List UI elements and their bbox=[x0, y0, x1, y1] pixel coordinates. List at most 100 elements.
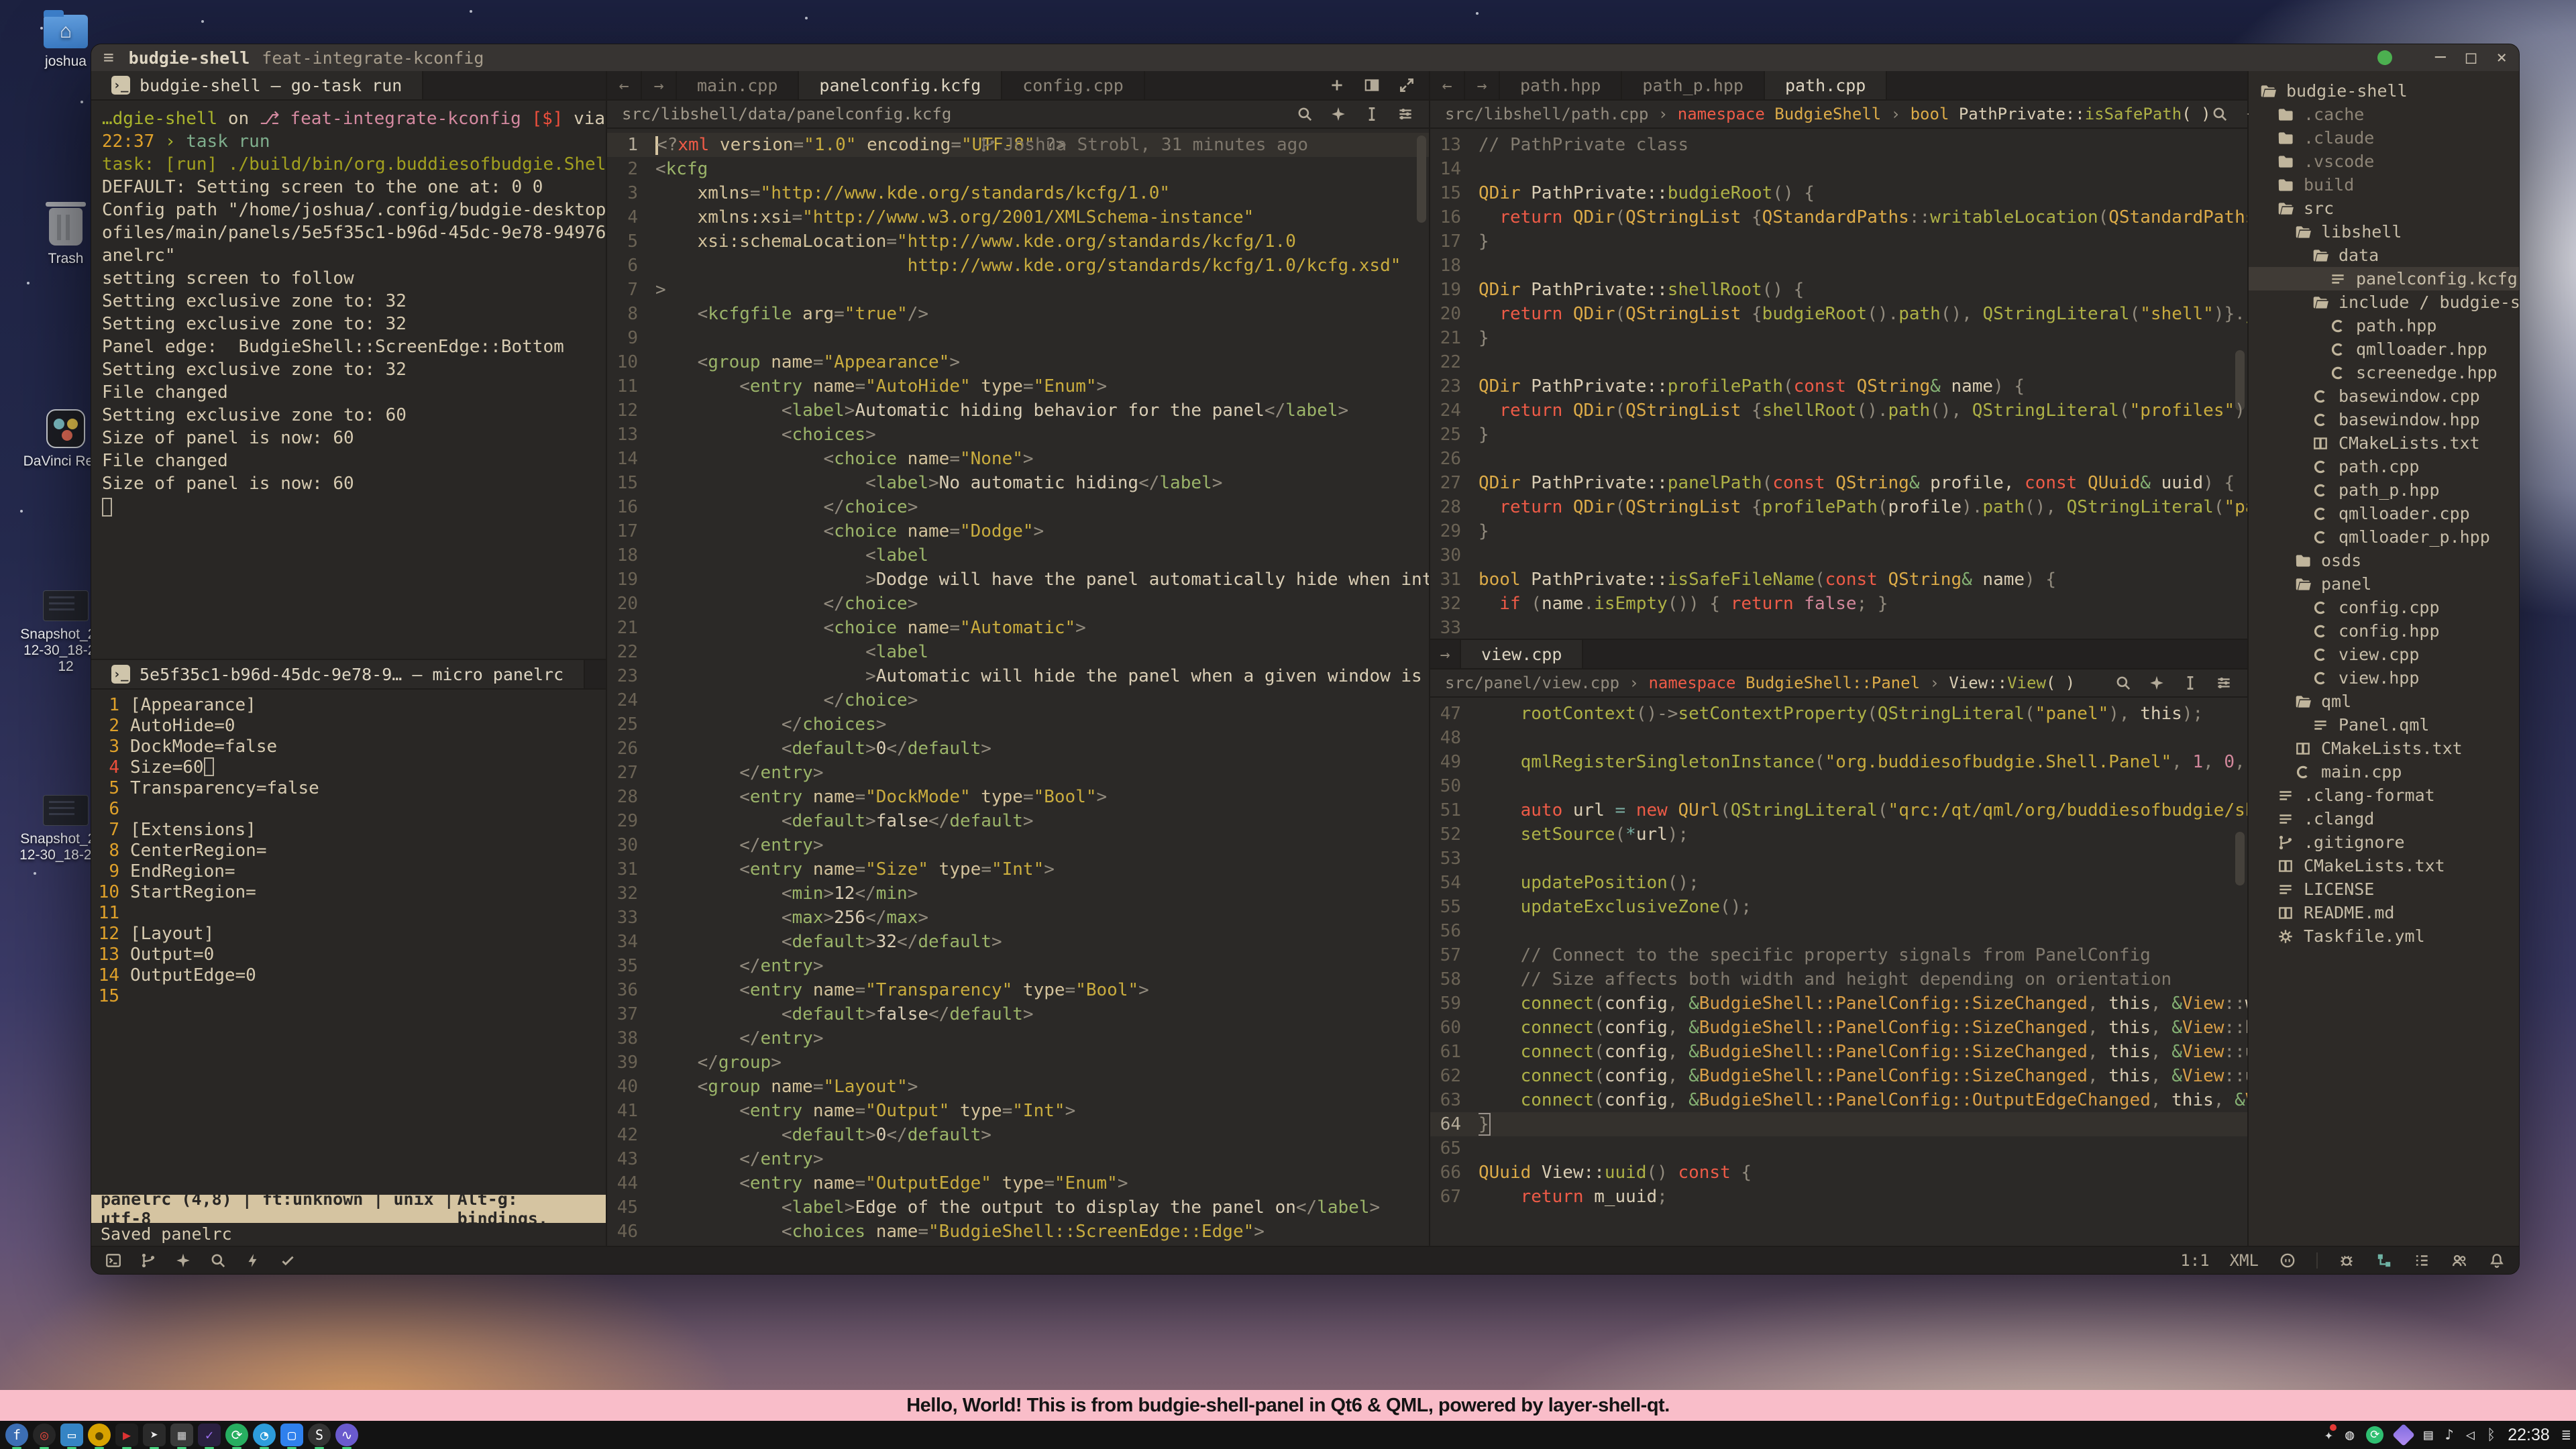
minimize-button[interactable]: ─ bbox=[2435, 48, 2446, 68]
tree-item-panelconfig-kcfg[interactable]: panelconfig.kcfg bbox=[2249, 267, 2519, 290]
taskbar-app-11[interactable]: ▢ bbox=[280, 1424, 303, 1446]
code-line[interactable]: 12 <label>Automatic hiding behavior for … bbox=[607, 398, 1429, 423]
code-line[interactable]: 52 setSource(*url); bbox=[1430, 822, 2247, 847]
tree-item-license[interactable]: LICENSE bbox=[2249, 877, 2519, 901]
search-icon[interactable] bbox=[209, 1252, 227, 1269]
search-icon[interactable] bbox=[1296, 105, 1313, 123]
tree-item-basewindow-hpp[interactable]: basewindow.hpp bbox=[2249, 408, 2519, 431]
tree-item-path-hpp[interactable]: path.hpp bbox=[2249, 314, 2519, 337]
code-line[interactable]: 23 >Automatic will hide the panel when a… bbox=[607, 664, 1429, 688]
tray-icon[interactable]: ♪ bbox=[2445, 1427, 2453, 1444]
code-line[interactable]: 30 bbox=[1430, 543, 2247, 568]
code-line[interactable]: 37 <default>false</default> bbox=[607, 1002, 1429, 1026]
code-line[interactable]: 58 // Size affects both width and height… bbox=[1430, 967, 2247, 991]
code-line[interactable]: 19QDir PathPrivate::shellRoot() { bbox=[1430, 278, 2247, 302]
code-line[interactable]: 35 </entry> bbox=[607, 954, 1429, 978]
micro-line[interactable]: 3DockMode=false bbox=[91, 737, 606, 757]
tray-icon[interactable]: ◁ bbox=[2466, 1427, 2475, 1444]
tab-config-cpp[interactable]: config.cpp bbox=[1002, 71, 1145, 99]
tree-item-data[interactable]: data bbox=[2249, 244, 2519, 267]
micro-line[interactable]: 12[Layout] bbox=[91, 924, 606, 945]
code-line[interactable]: 60 connect(config, &BudgieShell::PanelCo… bbox=[1430, 1016, 2247, 1040]
code-line[interactable]: 17 <choice name="Dodge"> bbox=[607, 519, 1429, 543]
code-line[interactable]: 31 <entry name="Size" type="Int"> bbox=[607, 857, 1429, 881]
tree-item-main-cpp[interactable]: main.cpp bbox=[2249, 760, 2519, 784]
code-line[interactable]: 5 xsi:schemaLocation="http://www.kde.org… bbox=[607, 229, 1429, 254]
code-line[interactable]: 66QUuid View::uuid() const { bbox=[1430, 1161, 2247, 1185]
tray-icon[interactable]: ᛒ bbox=[2487, 1427, 2496, 1444]
nav-back-button[interactable]: ← bbox=[607, 71, 642, 99]
code-line[interactable]: 16 </choice> bbox=[607, 495, 1429, 519]
nav-forward-button[interactable]: → bbox=[642, 71, 677, 99]
nav-forward-button[interactable]: → bbox=[1465, 71, 1500, 99]
code-line[interactable]: 6 http://www.kde.org/standards/kcfg/1.0/… bbox=[607, 254, 1429, 278]
code-line[interactable]: 4 xmlns:xsi="http://www.w3.org/2001/XMLS… bbox=[607, 205, 1429, 229]
breadcrumb[interactable]: src/libshell/path.cpp › namespace Budgie… bbox=[1445, 105, 2211, 123]
code-line[interactable]: 20 return QDir(QStringList {budgieRoot()… bbox=[1430, 302, 2247, 326]
code-line[interactable]: 7> bbox=[607, 278, 1429, 302]
code-line[interactable]: 24 </choice> bbox=[607, 688, 1429, 712]
bug-icon[interactable] bbox=[2338, 1252, 2355, 1269]
code-line[interactable]: 32 if (name.isEmpty()) { return false; } bbox=[1430, 592, 2247, 616]
code-line[interactable]: 27 </entry> bbox=[607, 761, 1429, 785]
micro-line[interactable]: 7[Extensions] bbox=[91, 820, 606, 841]
code-line[interactable]: 15 <label>No automatic hiding</label> bbox=[607, 471, 1429, 495]
bell-icon[interactable] bbox=[2488, 1252, 2506, 1269]
taskbar-app-7[interactable]: ▦ bbox=[170, 1424, 193, 1446]
split-pane-icon[interactable] bbox=[1363, 76, 1381, 94]
code-line[interactable]: 18 bbox=[1430, 254, 2247, 278]
code-line[interactable]: 27QDir PathPrivate::panelPath(const QStr… bbox=[1430, 471, 2247, 495]
code-line[interactable]: 48 bbox=[1430, 726, 2247, 750]
editor-settings-icon[interactable] bbox=[1397, 105, 1414, 123]
tree-item-path-p-hpp[interactable]: path_p.hpp bbox=[2249, 478, 2519, 502]
flow-icon[interactable] bbox=[2375, 1252, 2393, 1269]
code-line[interactable]: 53 bbox=[1430, 847, 2247, 871]
search-icon[interactable] bbox=[2211, 105, 2229, 123]
tree-item--clang-format[interactable]: .clang-format bbox=[2249, 784, 2519, 807]
clock[interactable]: 22:38 bbox=[2508, 1426, 2550, 1445]
code-line[interactable]: 25} bbox=[1430, 423, 2247, 447]
spark-icon[interactable] bbox=[174, 1252, 192, 1269]
tree-item-panel-qml[interactable]: Panel.qml bbox=[2249, 713, 2519, 737]
micro-line[interactable]: 11 bbox=[91, 903, 606, 924]
micro-line[interactable]: 2AutoHide=0 bbox=[91, 716, 606, 737]
code-line[interactable]: 14 bbox=[1430, 157, 2247, 181]
code-line[interactable]: 31bool PathPrivate::isSafeFileName(const… bbox=[1430, 568, 2247, 592]
code-line[interactable]: 61 connect(config, &BudgieShell::PanelCo… bbox=[1430, 1040, 2247, 1064]
code-line[interactable]: 22 bbox=[1430, 350, 2247, 374]
tray-icon[interactable] bbox=[2392, 1424, 2415, 1446]
micro-line[interactable]: 9EndRegion= bbox=[91, 861, 606, 882]
code-line[interactable]: 49 qmlRegisterSingletonInstance("org.bud… bbox=[1430, 750, 2247, 774]
micro-editor-pane[interactable]: 1[Appearance]2AutoHide=03DockMode=false4… bbox=[91, 690, 606, 1195]
taskbar-app-13[interactable]: ∿ bbox=[335, 1424, 358, 1446]
code-line[interactable]: 28 return QDir(QStringList {profilePath(… bbox=[1430, 495, 2247, 519]
tree-item-include-budgie-shell[interactable]: include / budgie-shell bbox=[2249, 290, 2519, 314]
tree-item-readme-md[interactable]: README.md bbox=[2249, 901, 2519, 924]
tab-micro[interactable]: ›_ 5e5f35c1-b96d-45dc-9e78-9… — micro pa… bbox=[91, 660, 585, 688]
code-line[interactable]: 17} bbox=[1430, 229, 2247, 254]
code-line[interactable]: 40 <group name="Layout"> bbox=[607, 1075, 1429, 1099]
micro-line[interactable]: 13Output=0 bbox=[91, 945, 606, 965]
code-line[interactable]: 33 <max>256</max> bbox=[607, 906, 1429, 930]
micro-line[interactable]: 1[Appearance] bbox=[91, 695, 606, 716]
code-line[interactable]: 41 <entry name="Output" type="Int"> bbox=[607, 1099, 1429, 1123]
micro-line[interactable]: 6 bbox=[91, 799, 606, 820]
tree-item-qml[interactable]: qml bbox=[2249, 690, 2519, 713]
tree-item-cmakelists-txt[interactable]: CMakeLists.txt bbox=[2249, 737, 2519, 760]
code-line[interactable]: 56 bbox=[1430, 919, 2247, 943]
tray-icon[interactable]: ⟳ bbox=[2366, 1426, 2383, 1444]
code-line[interactable]: 21 <choice name="Automatic"> bbox=[607, 616, 1429, 640]
tree-item-osds[interactable]: osds bbox=[2249, 549, 2519, 572]
code-line[interactable]: 10 <group name="Appearance"> bbox=[607, 350, 1429, 374]
code-line[interactable]: 51 auto url = new QUrl(QStringLiteral("q… bbox=[1430, 798, 2247, 822]
code-line[interactable]: 65 bbox=[1430, 1136, 2247, 1161]
code-line[interactable]: 2<kcfg bbox=[607, 157, 1429, 181]
code-line[interactable]: 11 <entry name="AutoHide" type="Enum"> bbox=[607, 374, 1429, 398]
taskbar-app-6[interactable]: ➤ bbox=[143, 1424, 166, 1446]
tray-icon[interactable]: ▤ bbox=[2424, 1427, 2432, 1444]
code-line[interactable]: 46 <choices name="BudgieShell::ScreenEdg… bbox=[607, 1220, 1429, 1244]
code-line[interactable]: 26 bbox=[1430, 447, 2247, 471]
code-line[interactable]: 23QDir PathPrivate::profilePath(const QS… bbox=[1430, 374, 2247, 398]
code-line[interactable]: 13// PathPrivate class bbox=[1430, 133, 2247, 157]
expand-pane-icon[interactable] bbox=[1398, 76, 1415, 94]
